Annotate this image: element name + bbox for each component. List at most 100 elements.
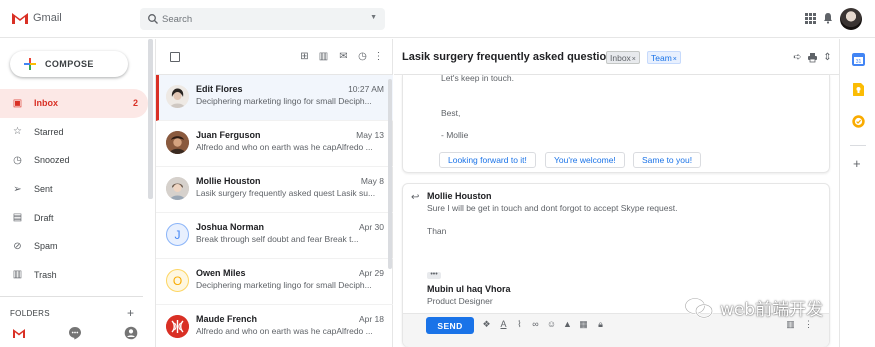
- notifications-bell-icon[interactable]: [823, 12, 833, 24]
- smart-reply-button[interactable]: Looking forward to it!: [439, 152, 536, 168]
- search-icon[interactable]: [147, 13, 159, 25]
- nav-list: ▣ Inbox 2 ☆ Starred ◷ Snoozed ➢ Sent ▤ D…: [0, 89, 150, 289]
- calendar-icon[interactable]: 31: [852, 53, 865, 66]
- hangouts-icon[interactable]: [68, 326, 82, 340]
- list-item[interactable]: J Joshua Norman Apr 30 Break through sel…: [156, 213, 393, 259]
- sidebar-item-label: Spam: [34, 241, 58, 252]
- sidebar-item-inbox[interactable]: ▣ Inbox 2: [0, 89, 148, 118]
- message-date: Apr 18: [358, 314, 384, 324]
- list-item[interactable]: Maude French Apr 18 Alfredo and who on e…: [156, 305, 393, 347]
- expand-collapse-icon[interactable]: ⇕: [822, 52, 833, 63]
- sidebar-item-starred[interactable]: ☆ Starred: [0, 118, 148, 147]
- signature-title: Product Designer: [427, 296, 493, 306]
- sidebar-item-label: Snoozed: [34, 155, 70, 166]
- subject-bar: Lasik surgery frequently asked questions…: [394, 39, 839, 75]
- search-options-icon[interactable]: ▼: [370, 14, 377, 21]
- forward-icon[interactable]: ➪: [792, 52, 803, 63]
- sidebar-item-label: Inbox: [34, 98, 58, 109]
- reply-icon[interactable]: ↩: [411, 192, 419, 203]
- sidebar-item-spam[interactable]: ⊘ Spam: [0, 232, 148, 261]
- show-trimmed-content-button[interactable]: •••: [427, 271, 441, 279]
- smart-reply-button[interactable]: You're welcome!: [545, 152, 625, 168]
- delete-icon[interactable]: ▥: [318, 51, 329, 62]
- contacts-icon[interactable]: [124, 326, 138, 340]
- remove-label-icon[interactable]: ×: [632, 56, 636, 63]
- message-date: May 13: [356, 130, 384, 140]
- print-icon[interactable]: [807, 52, 818, 63]
- emoji-icon[interactable]: ☺: [546, 319, 557, 330]
- sender-name: Owen Miles: [196, 268, 246, 278]
- message-snippet: Deciphering marketing lingo for small De…: [196, 280, 372, 290]
- sidebar-item-snoozed[interactable]: ◷ Snoozed: [0, 146, 148, 175]
- sidebar-item-draft[interactable]: ▤ Draft: [0, 203, 148, 232]
- attach-icon[interactable]: ⌇: [514, 319, 525, 330]
- photo-icon[interactable]: ▦: [578, 319, 589, 330]
- sender-name: Edit Flores: [196, 84, 243, 94]
- more-vert-icon[interactable]: ⋮: [373, 51, 384, 62]
- draft-icon: ▤: [12, 212, 23, 224]
- send-button[interactable]: SEND: [426, 317, 474, 334]
- search-bar[interactable]: ▼: [140, 8, 385, 30]
- sender-avatar: [166, 85, 189, 108]
- keep-icon[interactable]: [852, 83, 865, 96]
- sidebar-item-label: Starred: [34, 126, 64, 137]
- message-list: Edit Flores 10:27 AM Deciphering marketi…: [156, 75, 393, 347]
- list-item[interactable]: Juan Ferguson May 13 Alfredo and who on …: [156, 121, 393, 167]
- watermark: web前端开发: [684, 295, 823, 320]
- list-scrollbar[interactable]: [388, 79, 392, 269]
- more-options-icon[interactable]: ⋮: [803, 319, 814, 330]
- snooze-icon[interactable]: ◷: [357, 51, 368, 62]
- mark-read-icon[interactable]: ✉: [338, 51, 349, 62]
- addon-sidebar: 31 +: [839, 39, 875, 347]
- message-line: Best,: [441, 108, 461, 118]
- sidebar-item-trash[interactable]: ▥ Trash: [0, 261, 148, 290]
- list-item[interactable]: O Owen Miles Apr 29 Deciphering marketin…: [156, 259, 393, 305]
- sender-avatar: O: [166, 269, 189, 292]
- account-avatar[interactable]: [840, 8, 862, 30]
- folders-heading: FOLDERS: [10, 309, 50, 318]
- inbox-icon: ▣: [12, 97, 23, 109]
- message-body: Sure I will be get in touch and dont for…: [427, 203, 678, 213]
- sender-name: Juan Ferguson: [196, 130, 261, 140]
- search-input[interactable]: [162, 11, 362, 27]
- sidebar: COMPOSE ▣ Inbox 2 ☆ Starred ◷ Snoozed ➢ …: [0, 39, 155, 347]
- sidebar-item-sent[interactable]: ➢ Sent: [0, 175, 148, 204]
- message-date: Apr 30: [358, 222, 384, 232]
- sidebar-bottom-bar: [12, 326, 142, 342]
- list-item[interactable]: Mollie Houston May 8 Lasik surgery frequ…: [156, 167, 393, 213]
- sidebar-item-label: Trash: [34, 269, 57, 280]
- divider: [850, 145, 866, 146]
- top-bar: Gmail ▼: [0, 0, 875, 38]
- get-addons-icon[interactable]: +: [853, 156, 861, 171]
- list-item[interactable]: Edit Flores 10:27 AM Deciphering marketi…: [156, 75, 393, 121]
- message-line: - Mollie: [441, 130, 469, 140]
- gmail-logo[interactable]: Gmail: [11, 11, 62, 25]
- smart-reply-button[interactable]: Same to you!: [633, 152, 702, 168]
- link-icon[interactable]: ∞: [530, 319, 541, 330]
- sender-avatar: [166, 177, 189, 200]
- apps-grid-icon[interactable]: [805, 13, 816, 24]
- message-line: Let's keep in touch.: [441, 73, 514, 83]
- sender-avatar: [166, 131, 189, 154]
- sidebar-scrollbar[interactable]: [148, 39, 153, 199]
- discard-draft-icon[interactable]: ▥: [785, 319, 796, 330]
- confidential-lock-icon[interactable]: 🔒︎: [595, 319, 606, 330]
- drive-icon[interactable]: ▲: [562, 319, 573, 330]
- message-snippet: Lasik surgery frequently asked quest Las…: [196, 188, 376, 198]
- app-name: Gmail: [33, 12, 62, 24]
- message-snippet: Deciphering marketing lingo for small De…: [196, 96, 372, 106]
- select-all-checkbox[interactable]: [170, 52, 180, 62]
- label-chip-inbox[interactable]: Inbox×: [606, 51, 640, 64]
- archive-icon[interactable]: ⊞: [299, 51, 310, 62]
- sidebar-item-label: Sent: [34, 184, 53, 195]
- dropbox-icon[interactable]: ❖: [481, 319, 492, 330]
- email-subject: Lasik surgery frequently asked questions: [402, 51, 620, 63]
- reply-message-card: ↩ Mollie Houston Sure I will be get in t…: [402, 183, 830, 347]
- remove-label-icon[interactable]: ×: [673, 56, 677, 63]
- tasks-icon[interactable]: [852, 115, 865, 128]
- add-folder-icon[interactable]: +: [127, 306, 134, 320]
- label-chip-team[interactable]: Team×: [647, 51, 681, 64]
- text-format-icon[interactable]: A: [498, 319, 509, 330]
- compose-button[interactable]: COMPOSE: [10, 51, 128, 77]
- mail-icon[interactable]: [12, 326, 26, 340]
